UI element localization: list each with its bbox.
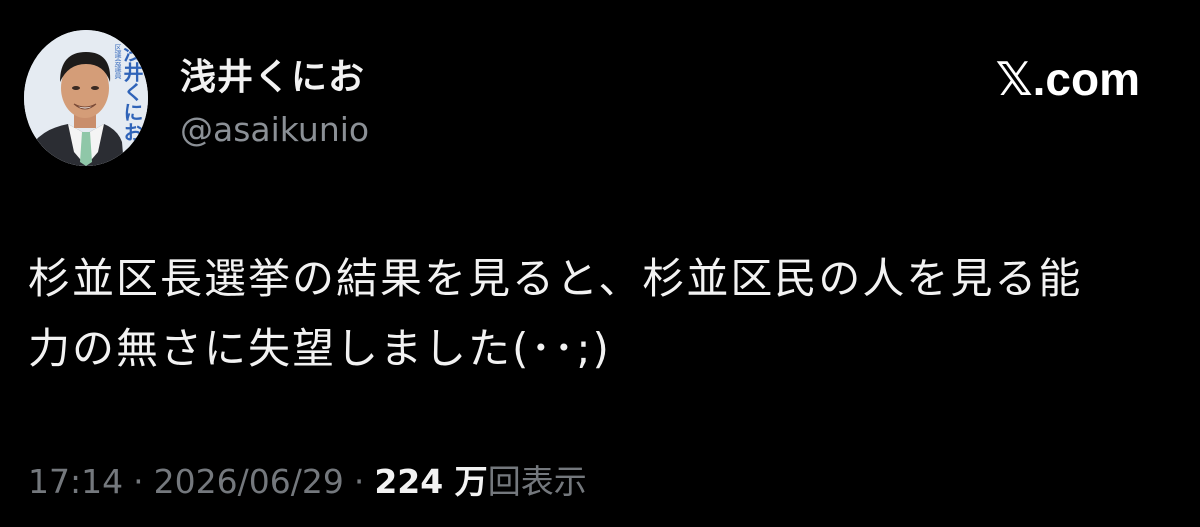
- x-logo-icon: 𝕏: [995, 52, 1033, 106]
- author-handle[interactable]: @asaikunio: [180, 110, 369, 149]
- post-text: 杉並区長選挙の結果を見ると、杉並区民の人を見る能 力の無さに失望しました(･･;…: [28, 244, 1168, 384]
- post-meta: 17:14 · 2026/06/29 · 224 万回表示: [28, 455, 587, 503]
- post-text-line: 杉並区長選挙の結果を見ると、杉並区民の人を見る能: [28, 254, 1083, 303]
- avatar-photo-icon: 区議会議員 浅井くにお: [24, 30, 148, 166]
- post-time[interactable]: 17:14: [28, 462, 123, 501]
- avatar[interactable]: 区議会議員 浅井くにお: [24, 30, 148, 166]
- x-com-logo: 𝕏.com: [996, 52, 1140, 106]
- post-date[interactable]: 2026/06/29: [154, 462, 344, 501]
- tweet-card[interactable]: 区議会議員 浅井くにお 浅井くにお @asaikunio 𝕏.com 杉並区長選…: [0, 0, 1200, 527]
- views-count[interactable]: 224 万: [374, 462, 487, 501]
- brand-suffix: .com: [1032, 53, 1140, 105]
- views-label: 回表示: [487, 462, 587, 501]
- author-display-name[interactable]: 浅井くにお: [180, 48, 365, 100]
- post-text-line: 力の無さに失望しました(･･;): [28, 324, 611, 373]
- separator: ·: [133, 462, 144, 501]
- svg-text:浅井くにお: 浅井くにお: [120, 42, 144, 142]
- separator: ·: [353, 462, 365, 501]
